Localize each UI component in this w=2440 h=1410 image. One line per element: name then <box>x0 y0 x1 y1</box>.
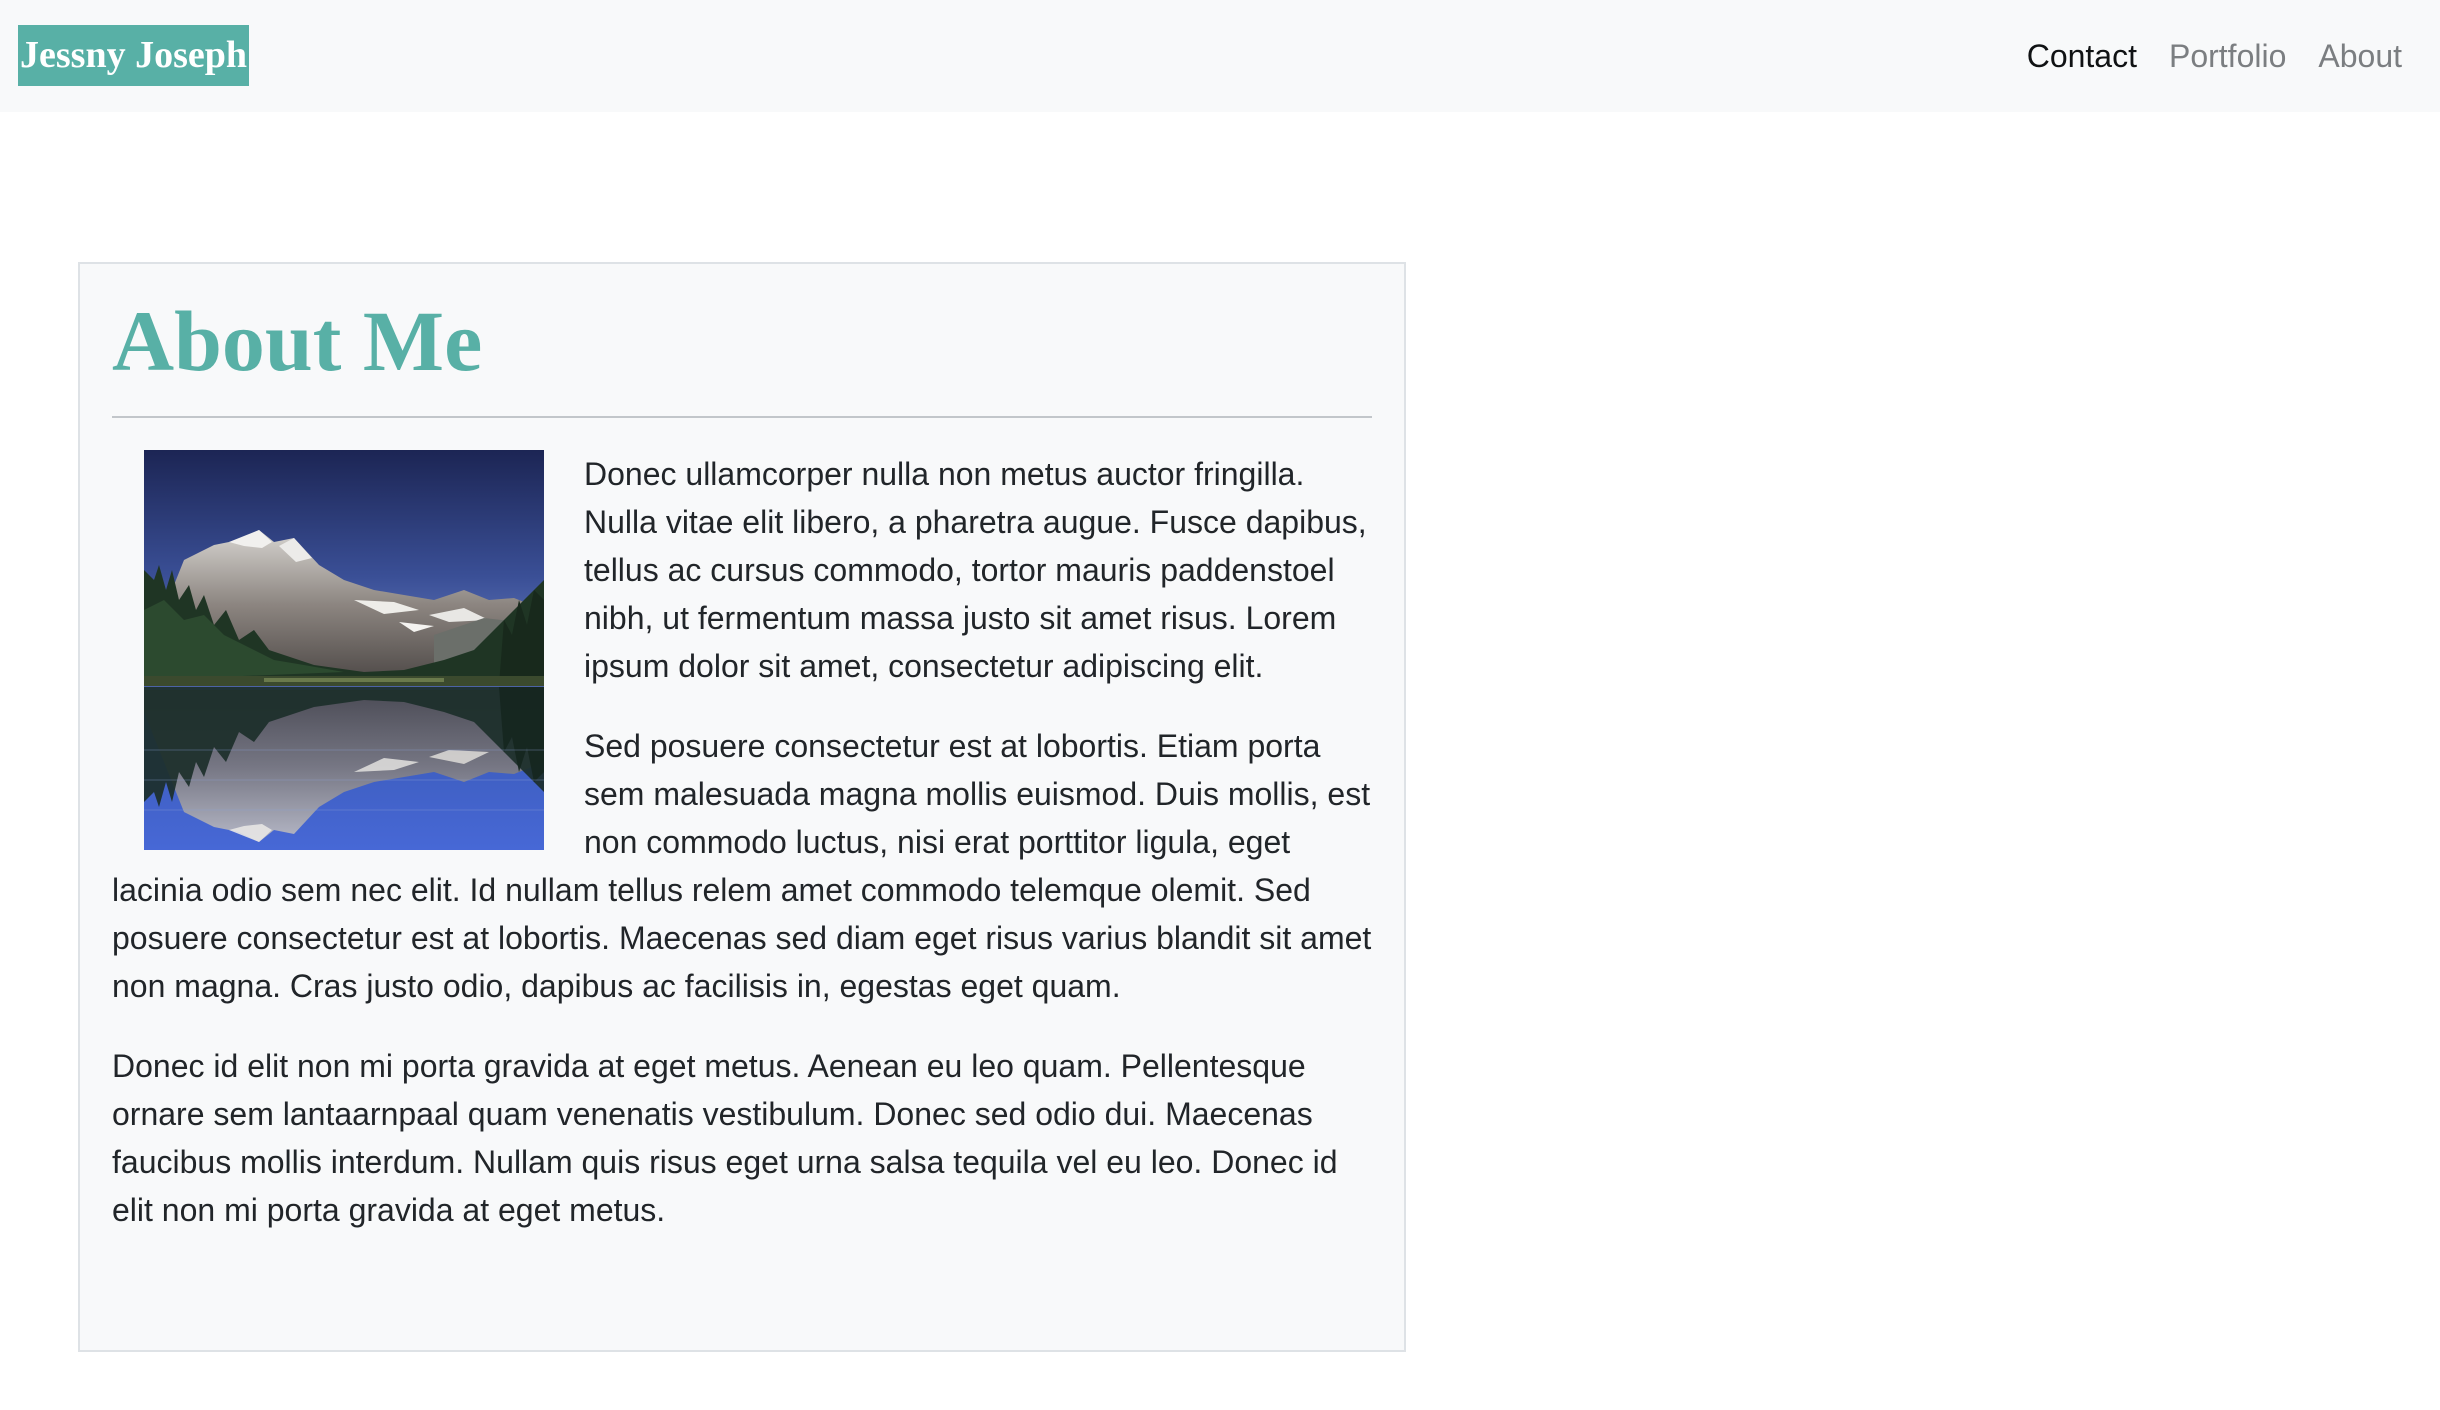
about-paragraph-3: Donec id elit non mi porta gravida at eg… <box>112 1048 1338 1228</box>
page-title: About Me <box>112 293 483 389</box>
top-navbar: Jessny Joseph Contact Portfolio About <box>0 0 2440 112</box>
about-card: About Me Donec ullamcorper nulla non met… <box>78 262 1406 1352</box>
brand-logo[interactable]: Jessny Joseph <box>18 25 249 86</box>
nav-link-portfolio[interactable]: Portfolio <box>2169 38 2286 75</box>
nav-link-contact[interactable]: Contact <box>2027 38 2137 75</box>
about-content: Donec ullamcorper nulla non metus auctor… <box>112 418 1372 1234</box>
mountain-lake-photo <box>144 450 544 850</box>
nav-links: Contact Portfolio About <box>2027 0 2402 112</box>
nav-link-about[interactable]: About <box>2318 38 2402 75</box>
